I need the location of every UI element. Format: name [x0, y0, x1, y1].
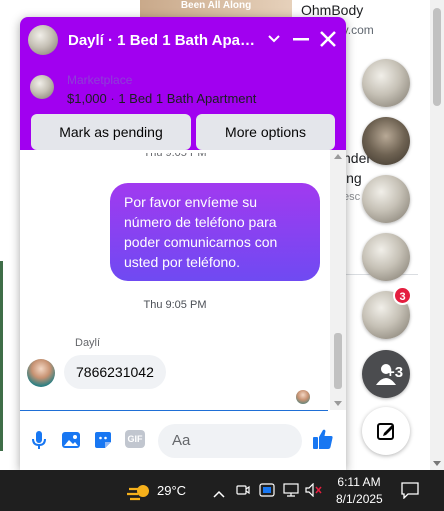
chat-head-avatar[interactable]: [362, 233, 410, 281]
chat-head-avatar[interactable]: [362, 117, 410, 165]
unread-badge: 3: [393, 286, 412, 305]
gif-button[interactable]: GIF: [125, 430, 145, 448]
notification-icon[interactable]: [401, 481, 419, 504]
earlier-timestamp: Thu 9:05 PM: [143, 153, 207, 159]
marketplace-label: Marketplace: [67, 73, 133, 87]
close-icon[interactable]: [317, 28, 339, 50]
new-message-button[interactable]: [362, 407, 410, 455]
incoming-message-bubble[interactable]: 7866231042: [64, 355, 166, 389]
scroll-down-arrow[interactable]: [334, 401, 342, 406]
page-scrollbar-thumb[interactable]: [433, 8, 441, 106]
outgoing-message-bubble[interactable]: Por favor envíeme su número de teléfono …: [110, 183, 320, 281]
message-composer: GIF: [20, 411, 346, 470]
contact-avatar[interactable]: [28, 25, 58, 55]
listing-title: $1,000 · 1 Bed 1 Bath Apartment: [67, 91, 257, 106]
meet-now-icon[interactable]: [259, 483, 275, 502]
compose-icon: [377, 423, 394, 440]
camera-icon[interactable]: [236, 483, 250, 502]
microphone-icon[interactable]: [29, 430, 49, 450]
network-icon[interactable]: [283, 483, 299, 502]
sender-avatar[interactable]: [27, 359, 55, 387]
weather-icon[interactable]: [127, 481, 153, 508]
minimize-icon[interactable]: [290, 28, 312, 50]
page-scroll-down-arrow[interactable]: [433, 461, 441, 466]
thumbnail-caption: Been All Along: [180, 0, 252, 11]
chat-head-avatar[interactable]: 3: [362, 286, 412, 339]
sender-name: Daylí: [75, 337, 101, 349]
chevron-up-icon[interactable]: [213, 485, 225, 503]
background-thumbnail[interactable]: Been All Along: [140, 0, 292, 17]
message-input[interactable]: [172, 432, 262, 449]
background-left-edge: [0, 261, 3, 451]
more-options-button[interactable]: More options: [196, 114, 335, 150]
message-timestamp: Thu 9:05 PM: [143, 299, 207, 311]
message-scrollbar-thumb[interactable]: [334, 333, 342, 389]
clock-date[interactable]: 8/1/2025: [336, 492, 383, 506]
marketplace-listing[interactable]: Marketplace $1,000 · 1 Bed 1 Bath Apartm…: [20, 65, 346, 111]
photo-icon[interactable]: [61, 430, 81, 450]
message-list: Thu 9:05 PM Por favor envíeme su número …: [20, 150, 330, 410]
scroll-up-arrow[interactable]: [334, 154, 342, 159]
thumbs-up-icon[interactable]: [312, 428, 334, 455]
mark-as-pending-button[interactable]: Mark as pending: [31, 114, 191, 150]
clock-time[interactable]: 6:11 AM: [336, 475, 382, 489]
page-scrollbar[interactable]: [430, 0, 444, 470]
chevron-down-icon[interactable]: [263, 28, 285, 50]
more-chats-button[interactable]: +3: [362, 350, 410, 398]
message-scrollbar[interactable]: [330, 150, 346, 410]
background-title[interactable]: OhmBody: [301, 2, 363, 18]
chat-head-avatar[interactable]: [362, 175, 410, 223]
listing-thumbnail: [30, 75, 54, 99]
chat-header: Daylí · 1 Bed 1 Bath Apart… Marketplace …: [20, 17, 346, 167]
chat-head-avatar[interactable]: [362, 59, 410, 107]
seen-indicator-avatar: [296, 390, 310, 404]
chat-title[interactable]: Daylí · 1 Bed 1 Bath Apart…: [68, 32, 258, 49]
temperature[interactable]: 29°C: [157, 483, 186, 498]
volume-muted-icon[interactable]: [305, 482, 323, 502]
windows-taskbar: 29°C 6:11 AM 8/1/2025: [0, 470, 444, 511]
message-input-box[interactable]: [158, 424, 302, 458]
chat-window: Daylí · 1 Bed 1 Bath Apart… Marketplace …: [20, 17, 346, 470]
more-chats-count: +3: [386, 364, 404, 381]
sticker-icon[interactable]: [93, 430, 113, 450]
